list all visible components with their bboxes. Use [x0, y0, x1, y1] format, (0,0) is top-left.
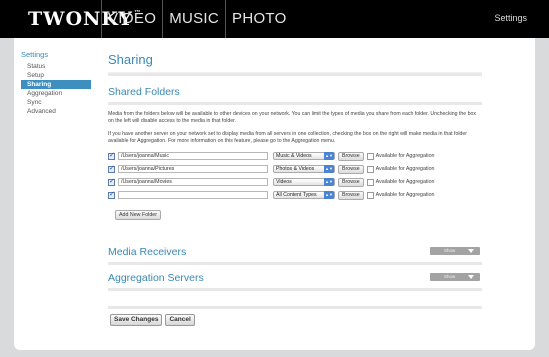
sidebar-item-sharing[interactable]: Sharing — [21, 80, 91, 89]
select-arrows-icon: ▲▼ — [324, 165, 334, 173]
browse-button[interactable]: Browse — [338, 151, 364, 161]
folder-path-field[interactable]: /Users/joanna/Music — [118, 152, 268, 160]
aggregation-label: Available for Aggregation — [375, 153, 435, 159]
aggregation-servers-title: Aggregation Servers — [108, 272, 204, 284]
sidebar-title[interactable]: Settings — [21, 50, 91, 59]
folder-path-field[interactable] — [118, 191, 268, 199]
browse-button[interactable]: Browse — [338, 164, 364, 174]
sharing-main: Sharing Shared Folders Media from the fo… — [108, 52, 482, 221]
settings-link[interactable]: Settings — [494, 13, 527, 23]
sidebar-item-status[interactable]: Status — [21, 62, 91, 71]
nav-music[interactable]: MUSIC — [162, 0, 225, 38]
sidebar-item-setup[interactable]: Setup — [21, 71, 91, 80]
folder-enable-checkbox[interactable] — [108, 164, 115, 173]
aggregation-checkbox[interactable] — [366, 178, 374, 186]
folder-row: /Users/joanna/Movies Videos ▲▼ Browse Ava… — [108, 177, 482, 187]
nav-video[interactable]: VIDEO — [101, 0, 162, 38]
select-arrows-icon: ▲▼ — [324, 152, 334, 160]
folder-path-field[interactable]: /Users/joanna/Movies — [118, 178, 268, 186]
aggregation-checkbox[interactable] — [366, 152, 374, 160]
aggregation-label: Available for Aggregation — [375, 192, 435, 198]
chevron-down-icon — [468, 249, 474, 253]
media-receivers-section: Media Receivers Show — [108, 246, 482, 265]
shared-folders-description: Media from the folders below will be ava… — [108, 111, 476, 124]
folder-list: /Users/joanna/Music Music & Videos ▲▼ Bro… — [108, 151, 482, 200]
select-arrows-icon: ▲▼ — [324, 191, 334, 199]
media-receivers-divider — [108, 262, 482, 265]
media-receivers-show-button[interactable]: Show — [430, 247, 480, 255]
nav-photo[interactable]: PHOTO — [225, 0, 293, 38]
media-type-select[interactable]: Photos & Videos ▲▼ — [273, 165, 335, 173]
form-actions: Save Changes Cancel — [110, 314, 195, 326]
sidebar-item-aggregation[interactable]: Aggregation — [21, 89, 91, 98]
media-type-value: Videos — [276, 179, 292, 185]
folder-row: /Users/joanna/Pictures Photos & Videos ▲▼… — [108, 164, 482, 174]
media-type-select[interactable]: Music & Videos ▲▼ — [273, 152, 335, 160]
media-receivers-title: Media Receivers — [108, 246, 187, 258]
top-bar: TWONKY™ VIDEO MUSIC PHOTO Settings — [0, 0, 549, 38]
aggregation-servers-show-button[interactable]: Show — [430, 273, 480, 281]
aggregation-checkbox[interactable] — [366, 191, 374, 199]
folder-row: /Users/joanna/Music Music & Videos ▲▼ Bro… — [108, 151, 482, 161]
content-panel: Settings Status Setup Sharing Aggregatio… — [14, 38, 535, 350]
shared-folders-divider — [108, 102, 482, 105]
browse-button[interactable]: Browse — [338, 190, 364, 200]
chevron-down-icon — [468, 275, 474, 279]
folder-path-field[interactable]: /Users/joanna/Pictures — [118, 165, 268, 173]
media-type-select[interactable]: All Content Types ▲▼ — [273, 191, 335, 199]
aggregation-label: Available for Aggregation — [375, 166, 435, 172]
cancel-button[interactable]: Cancel — [165, 314, 195, 326]
save-changes-button[interactable]: Save Changes — [110, 314, 163, 326]
actions-divider — [108, 306, 482, 309]
aggregation-servers-divider — [108, 288, 482, 291]
sidebar-item-advanced[interactable]: Advanced — [21, 107, 91, 116]
show-label: Show — [444, 248, 456, 253]
aggregation-servers-section: Aggregation Servers Show — [108, 272, 482, 291]
page-title: Sharing — [108, 52, 153, 67]
sidebar-item-sync[interactable]: Sync — [21, 98, 91, 107]
media-type-value: Music & Videos — [276, 153, 312, 159]
add-new-folder-button[interactable]: Add New Folder — [115, 210, 161, 220]
folder-enable-checkbox[interactable] — [108, 177, 115, 186]
folder-enable-checkbox[interactable] — [108, 151, 115, 160]
media-type-value: All Content Types — [276, 192, 317, 198]
folder-row: All Content Types ▲▼ Browse Available for… — [108, 190, 482, 200]
folder-enable-checkbox[interactable] — [108, 190, 115, 199]
top-nav: VIDEO MUSIC PHOTO — [101, 0, 293, 38]
select-arrows-icon: ▲▼ — [324, 178, 334, 186]
show-label: Show — [444, 274, 456, 279]
shared-folders-title: Shared Folders — [108, 86, 180, 98]
browse-button[interactable]: Browse — [338, 177, 364, 187]
title-divider — [108, 72, 482, 76]
aggregation-label: Available for Aggregation — [375, 179, 435, 185]
media-type-value: Photos & Videos — [276, 166, 315, 172]
media-type-select[interactable]: Videos ▲▼ — [273, 178, 335, 186]
aggregation-description: If you have another server on your netwo… — [108, 131, 467, 144]
aggregation-checkbox[interactable] — [366, 165, 374, 173]
settings-sidebar: Settings Status Setup Sharing Aggregatio… — [21, 50, 91, 116]
